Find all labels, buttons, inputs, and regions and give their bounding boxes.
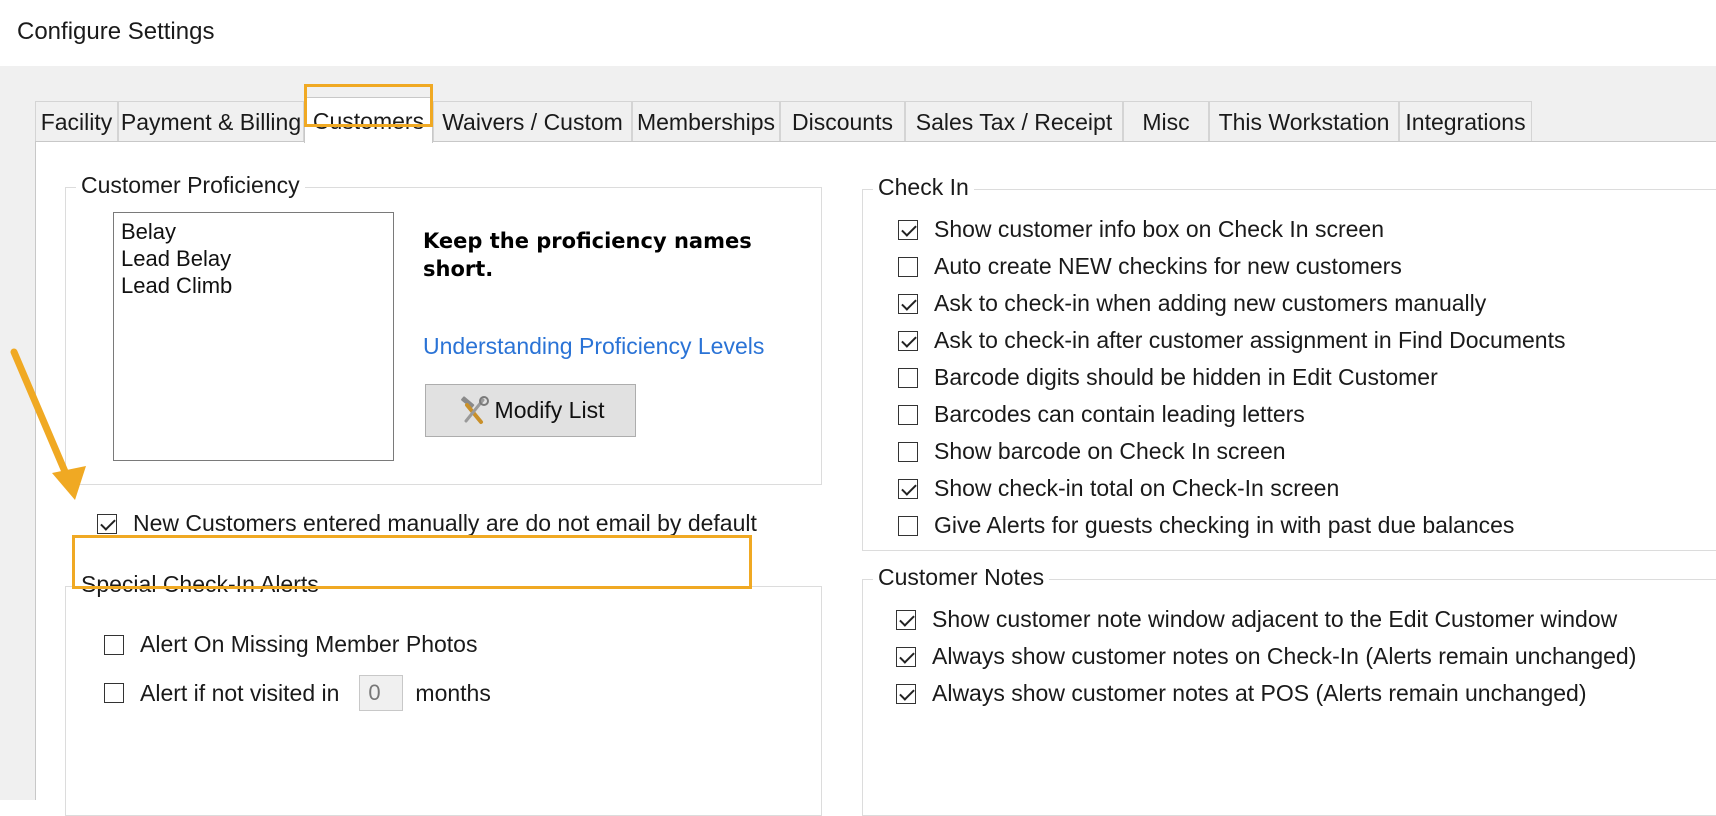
check-in-option[interactable]: Show barcode on Check In screen [898, 438, 1286, 465]
customers-tab-panel: Customer Proficiency Belay Lead Belay Le… [35, 141, 1716, 816]
modify-list-button[interactable]: Modify List [425, 384, 636, 437]
tab-discounts[interactable]: Discounts [780, 101, 905, 142]
tab-customers[interactable]: Customers [304, 97, 433, 143]
not-visited-label: Alert if not visited in [140, 679, 340, 706]
checkbox[interactable] [898, 219, 918, 240]
special-checkin-alerts-label: Special Check-In Alerts [76, 571, 324, 598]
check-in-option[interactable]: Ask to check-in after customer assignmen… [898, 327, 1565, 354]
checkbox[interactable] [896, 646, 916, 667]
window-title: Configure Settings [17, 18, 215, 45]
understanding-proficiency-link[interactable]: Understanding Proficiency Levels [423, 333, 764, 360]
tab-integrations[interactable]: Integrations [1399, 101, 1532, 142]
no-email-default-label: New Customers entered manually are do no… [133, 510, 757, 536]
tab-memberships[interactable]: Memberships [632, 101, 780, 142]
option-label: Give Alerts for guests checking in with … [934, 512, 1515, 538]
checkbox[interactable] [898, 441, 918, 462]
modify-list-label: Modify List [494, 397, 605, 423]
months-label: months [415, 679, 491, 706]
tab-sales-tax-receipt[interactable]: Sales Tax / Receipt [905, 101, 1123, 142]
option-label: Show barcode on Check In screen [934, 438, 1286, 464]
customer-notes-option[interactable]: Show customer note window adjacent to th… [896, 606, 1617, 633]
check-in-option[interactable]: Give Alerts for guests checking in with … [898, 512, 1514, 539]
check-in-option[interactable]: Show customer info box on Check In scree… [898, 216, 1384, 243]
missing-photos-checkbox-row[interactable]: Alert On Missing Member Photos [104, 631, 477, 658]
missing-photos-label: Alert On Missing Member Photos [140, 631, 478, 657]
option-label: Always show customer notes at POS (Alert… [932, 680, 1587, 706]
customer-proficiency-label: Customer Proficiency [76, 172, 305, 199]
customer-proficiency-group: Customer Proficiency Belay Lead Belay Le… [65, 172, 822, 485]
list-item[interactable]: Belay [121, 218, 386, 245]
checkbox[interactable] [898, 515, 918, 536]
tab-strip: Facility Payment & Billing Customers Wai… [35, 97, 1716, 143]
check-in-label: Check In [873, 174, 974, 201]
option-label: Always show customer notes on Check-In (… [932, 643, 1637, 669]
check-in-option[interactable]: Auto create NEW checkins for new custome… [898, 253, 1402, 280]
tab-waivers-custom[interactable]: Waivers / Custom [433, 101, 632, 142]
option-label: Barcode digits should be hidden in Edit … [934, 364, 1438, 390]
option-label: Show customer info box on Check In scree… [934, 216, 1385, 242]
checkbox[interactable] [898, 293, 918, 314]
list-item[interactable]: Lead Belay [121, 245, 386, 272]
proficiency-hint: Keep the proficiency names short. [423, 229, 752, 281]
no-email-default-checkbox-row[interactable]: New Customers entered manually are do no… [97, 510, 757, 537]
special-checkin-alerts-group: Special Check-In Alerts Alert On Missing… [65, 571, 822, 816]
option-label: Show check-in total on Check-In screen [934, 475, 1340, 501]
tab-facility[interactable]: Facility [35, 101, 118, 142]
callout-arrow-icon [10, 348, 86, 500]
checkbox[interactable] [896, 683, 916, 704]
months-input[interactable]: 0 [359, 675, 404, 711]
checkbox[interactable] [898, 404, 918, 425]
checkbox[interactable] [898, 256, 918, 277]
title-bar: Configure Settings [0, 0, 1716, 66]
tab-misc[interactable]: Misc [1123, 101, 1209, 142]
checkbox[interactable] [898, 478, 918, 499]
customer-notes-group: Customer Notes Show customer note window… [862, 564, 1716, 816]
checkbox[interactable] [898, 367, 918, 388]
option-label: Ask to check-in when adding new customer… [934, 290, 1487, 316]
customer-notes-option[interactable]: Always show customer notes at POS (Alert… [896, 680, 1587, 707]
check-in-option[interactable]: Barcodes can contain leading letters [898, 401, 1305, 428]
customer-notes-label: Customer Notes [873, 564, 1050, 591]
check-in-option[interactable]: Barcode digits should be hidden in Edit … [898, 364, 1438, 391]
option-label: Auto create NEW checkins for new custome… [934, 253, 1402, 279]
option-label: Show customer note window adjacent to th… [932, 606, 1618, 632]
check-in-group: Check In Show customer info box on Check… [862, 174, 1716, 551]
list-item[interactable]: Lead Climb [121, 272, 386, 299]
checkbox[interactable] [896, 609, 916, 630]
customer-notes-option[interactable]: Always show customer notes on Check-In (… [896, 643, 1636, 670]
check-in-option[interactable]: Ask to check-in when adding new customer… [898, 290, 1486, 317]
no-email-default-checkbox[interactable] [97, 513, 117, 534]
option-label: Ask to check-in after customer assignmen… [934, 327, 1566, 353]
tools-icon [457, 395, 491, 426]
option-label: Barcodes can contain leading letters [934, 401, 1305, 427]
tab-this-workstation[interactable]: This Workstation [1209, 101, 1399, 142]
check-in-option[interactable]: Show check-in total on Check-In screen [898, 475, 1339, 502]
proficiency-list[interactable]: Belay Lead Belay Lead Climb [113, 212, 394, 461]
not-visited-checkbox-row[interactable]: Alert if not visited in 0 months [104, 675, 491, 711]
checkbox[interactable] [898, 330, 918, 351]
tab-payment-billing[interactable]: Payment & Billing [118, 101, 304, 142]
missing-photos-checkbox[interactable] [104, 634, 124, 655]
not-visited-checkbox[interactable] [104, 683, 124, 703]
